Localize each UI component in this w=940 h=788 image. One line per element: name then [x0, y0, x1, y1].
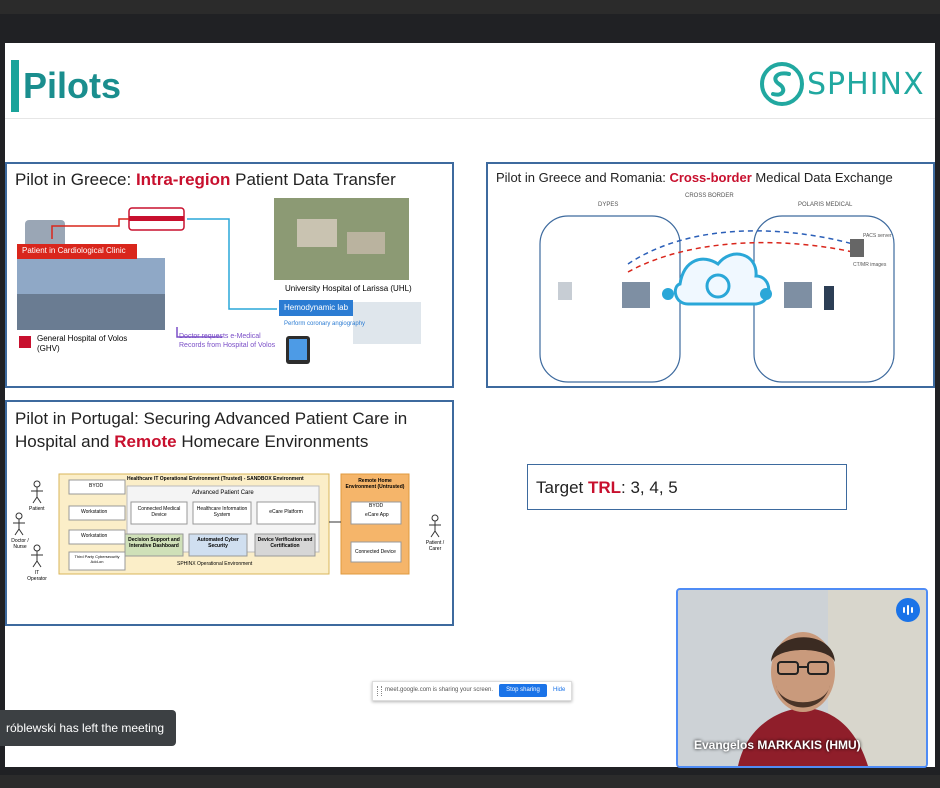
- top-bar: [0, 0, 940, 14]
- actor-patient-label: Patient: [29, 506, 45, 512]
- actor-doctor-label: Doctor / Nurse: [11, 538, 29, 550]
- connected-device-label: Connected Device: [355, 549, 396, 555]
- ecare-app-label: eCare App: [365, 512, 389, 518]
- participant-video-tile[interactable]: Evangelos MARKAKIS (HMU): [676, 588, 928, 768]
- audio-indicator: [896, 598, 920, 622]
- angio-label: Perform coronary angiography: [284, 321, 366, 327]
- his-label: Healthcare Information System: [196, 506, 248, 518]
- uhl-label: University Hospital of Larissa (UHL): [285, 284, 412, 293]
- target-trl-text: Target TRL: 3, 4, 5: [536, 478, 678, 497]
- ecare-label: eCare Platform: [269, 509, 303, 515]
- participant-left-toast: róblewski has left the meeting: [0, 710, 176, 746]
- pacs-server-icon: [850, 239, 864, 257]
- stop-sharing-button[interactable]: Stop sharing: [499, 684, 547, 697]
- doctor-request-label: Doctor requests e-Medical Records from H…: [179, 333, 276, 349]
- remote-byod-label: BYOD: [369, 503, 384, 509]
- audio-level-icon: [903, 605, 913, 615]
- transfer-arrow-blue: [187, 218, 277, 310]
- images-label: CT/MR images: [853, 262, 887, 268]
- cyber-label: Automated Cyber Security: [197, 537, 239, 549]
- bottom-bar: [0, 775, 940, 788]
- actor-it-label: IT Operator: [27, 570, 47, 582]
- hemo-label: Hemodynamic lab: [284, 303, 349, 312]
- byod-label: BYOD: [89, 483, 104, 489]
- title-divider: [5, 118, 935, 119]
- doctor-figure-right: [824, 286, 834, 310]
- decision-label: Decision Support and Interative Dashboar…: [128, 537, 180, 549]
- logo-text: SPHINX: [807, 67, 925, 102]
- hide-button[interactable]: Hide: [553, 687, 565, 693]
- sphinx-logo: SPHINX: [757, 59, 927, 109]
- polaris-label: POLARIS MEDICAL: [798, 202, 853, 208]
- dypes-hospital-icon: [622, 282, 650, 308]
- ghv-label: General Hospital of Volos (GHV): [37, 334, 128, 353]
- patient-label: Patient in Cardiological Clinic: [22, 246, 126, 255]
- dypes-label: DYPES: [598, 202, 619, 208]
- sphinx-logo-icon: [760, 62, 804, 106]
- connected-med-label: Connected Medical Device: [137, 506, 181, 518]
- workstation2-label: Workstation: [81, 533, 108, 539]
- cross-border-label: CROSS BORDER: [685, 193, 734, 199]
- device-verif-label: Device Verification and Certification: [257, 537, 313, 549]
- drag-handle-icon[interactable]: [377, 686, 382, 696]
- uhl-aerial-photo: [274, 198, 409, 280]
- pilot-greece-panel: Pilot in Greece: Intra-region Patient Da…: [5, 162, 454, 388]
- pacs-label: PACS server: [863, 233, 892, 239]
- globe-icon-right: [760, 288, 772, 300]
- pilot-portugal-panel: Pilot in Portugal: Securing Advanced Pat…: [5, 400, 454, 626]
- target-trl-box: Target TRL: 3, 4, 5: [527, 464, 847, 510]
- participant-name: Evangelos MARKAKIS (HMU): [694, 738, 861, 752]
- doctor-figure-left: [558, 282, 572, 300]
- polaris-hospital-icon: [784, 282, 812, 308]
- env-title: Healthcare IT Operational Environment (T…: [127, 476, 304, 482]
- toast-text: róblewski has left the meeting: [6, 721, 165, 735]
- adv-care-label: Advanced Patient Care: [192, 490, 254, 496]
- slide-title: Pilots: [23, 65, 122, 106]
- workstation1-label: Workstation: [81, 509, 108, 515]
- share-status-text: meet.google.com is sharing your screen.: [385, 687, 494, 693]
- red-cross-icon: [19, 336, 31, 348]
- actor-patient-carer-label: Patient / Carer: [425, 540, 445, 552]
- screen-share-bar: meet.google.com is sharing your screen. …: [372, 681, 572, 701]
- title-accent-bar: [11, 60, 19, 112]
- sphinx-env-label: SPHINX Operational Environment: [177, 561, 253, 567]
- pilot-romania-panel: Pilot in Greece and Romania: Cross-borde…: [486, 162, 935, 388]
- thirdparty-label: Third Party Cybersecurity Add-on: [74, 554, 120, 564]
- remote-title: Remote Home Environment (Untrusted): [345, 478, 405, 490]
- globe-icon-left: [662, 288, 674, 300]
